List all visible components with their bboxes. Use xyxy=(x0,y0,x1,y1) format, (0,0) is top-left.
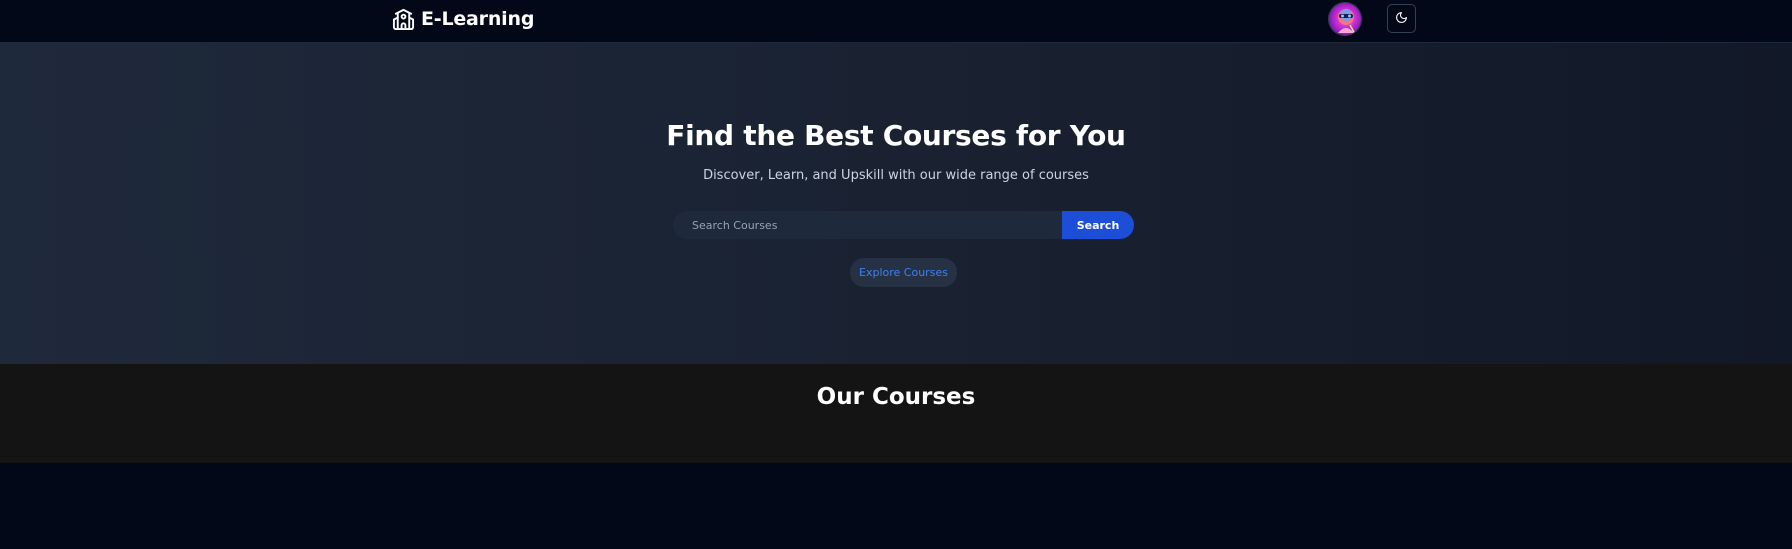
courses-title: Our Courses xyxy=(816,384,976,410)
hero-title: Find the Best Courses for You xyxy=(666,119,1126,152)
theme-toggle-button[interactable] xyxy=(1387,4,1416,33)
search-bar: Search xyxy=(673,211,1134,239)
brand-name: E-Learning xyxy=(421,8,535,30)
hero-section: Find the Best Courses for You Discover, … xyxy=(0,43,1792,364)
hero-subtitle: Discover, Learn, and Upskill with our wi… xyxy=(703,168,1089,183)
moon-icon xyxy=(1395,11,1408,27)
top-navbar: E-Learning xyxy=(0,0,1792,43)
brand-link[interactable]: E-Learning xyxy=(392,6,534,32)
explore-courses-button[interactable]: Explore Courses xyxy=(850,258,957,287)
courses-section: Our Courses xyxy=(0,364,1792,463)
search-button[interactable]: Search xyxy=(1062,211,1134,239)
user-avatar[interactable] xyxy=(1328,2,1362,36)
school-icon xyxy=(392,8,415,31)
avatar-image xyxy=(1329,3,1361,35)
search-input[interactable] xyxy=(673,211,1062,239)
